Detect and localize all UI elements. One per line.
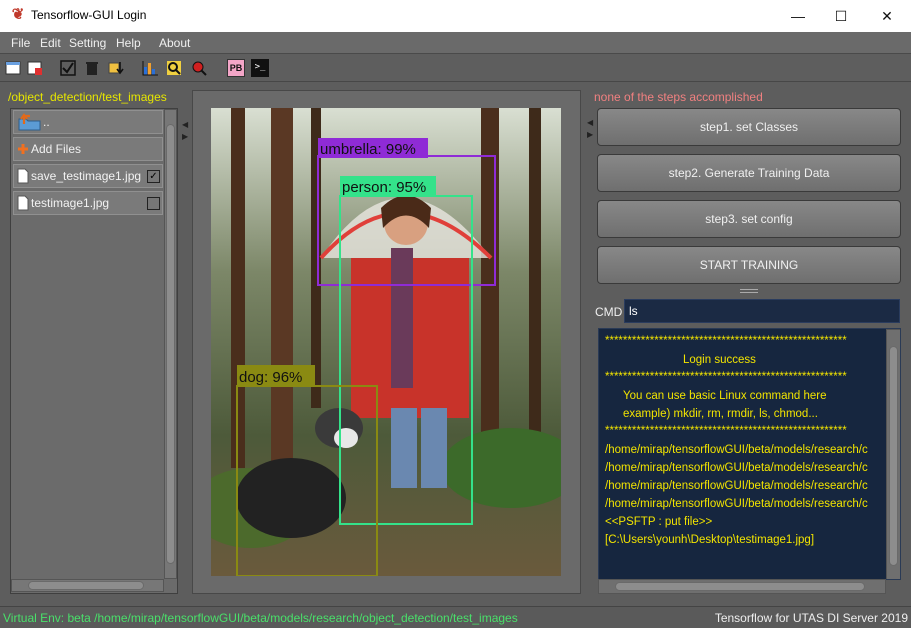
detection-image: umbrella: 99% person: 95% dog: 96% <box>211 108 561 576</box>
console-line: /home/mirap/tensorflowGUI/beta/models/re… <box>605 444 868 456</box>
file-list-vertical-scrollbar[interactable] <box>164 109 177 579</box>
console-line: You can use basic Linux command here <box>623 390 827 402</box>
file-icon <box>17 168 29 184</box>
generate-training-data-button[interactable]: step2. Generate Training Data <box>597 154 901 192</box>
console-line: ****************************************… <box>605 425 847 437</box>
console-line: Login success <box>683 354 756 366</box>
file-list: .. Add Files save_testimage1.jpg ✓ testi… <box>10 108 178 594</box>
close-button[interactable]: ✕ <box>864 0 910 32</box>
pb-icon[interactable]: PB <box>227 59 245 77</box>
minimize-button[interactable]: — <box>775 0 821 32</box>
scroll-thumb[interactable] <box>889 346 898 566</box>
umbrella-label: umbrella: 99% <box>320 141 416 158</box>
file-checkbox[interactable]: ✓ <box>147 170 160 183</box>
title-bar: ❦ Tensorflow-GUI Login — ☐ ✕ <box>0 0 911 32</box>
close-file-icon[interactable] <box>26 59 44 77</box>
import-icon[interactable] <box>107 59 125 77</box>
app-logo-icon: ❦ <box>11 6 25 23</box>
record-icon[interactable] <box>190 59 208 77</box>
dog-label: dog: 96% <box>239 369 302 386</box>
window-title: Tensorflow-GUI Login <box>31 8 147 22</box>
console-line: ****************************************… <box>605 335 847 347</box>
expand-right-arrow-icon[interactable]: ▶ <box>587 130 593 139</box>
add-files-label: Add Files <box>31 142 82 156</box>
menu-file[interactable]: File <box>11 36 30 50</box>
cmd-label: CMD <box>595 305 623 319</box>
list-item-up-folder[interactable]: .. <box>13 110 163 134</box>
steps-status: none of the steps accomplished <box>594 90 763 104</box>
file-name: testimage1.jpg <box>31 196 110 210</box>
console-output: ****************************************… <box>598 328 901 580</box>
console-vertical-scrollbar[interactable] <box>886 329 900 579</box>
scroll-thumb[interactable] <box>615 582 865 591</box>
menu-edit[interactable]: Edit <box>40 36 61 50</box>
terminal-icon[interactable]: >_ <box>251 59 269 77</box>
current-path: /object_detection/test_images <box>8 90 167 104</box>
check-icon[interactable] <box>59 59 77 77</box>
collapse-left-arrow-icon[interactable]: ◀ <box>182 120 188 129</box>
console-line: [C:\Users\younh\Desktop\testimage1.jpg] <box>605 534 815 546</box>
file-name: save_testimage1.jpg <box>31 169 142 183</box>
list-item-label: .. <box>43 115 50 129</box>
menu-setting[interactable]: Setting <box>69 36 106 50</box>
inspect-icon[interactable] <box>165 59 183 77</box>
menu-about[interactable]: About <box>159 36 190 50</box>
console-line: /home/mirap/tensorflowGUI/beta/models/re… <box>605 480 868 492</box>
status-bar: Virtual Env: beta /home/mirap/tensorflow… <box>0 606 911 628</box>
set-classes-button[interactable]: step1. set Classes <box>597 108 901 146</box>
scroll-thumb[interactable] <box>166 124 175 564</box>
set-config-button[interactable]: step3. set config <box>597 200 901 238</box>
menu-help[interactable]: Help <box>116 36 141 50</box>
add-files-button[interactable]: Add Files <box>13 137 163 161</box>
list-item-testimage1[interactable]: testimage1.jpg <box>13 191 163 215</box>
file-icon <box>17 195 29 211</box>
virtual-env-status: Virtual Env: beta /home/mirap/tensorflow… <box>3 611 518 625</box>
new-file-icon[interactable] <box>4 59 22 77</box>
console-line: ****************************************… <box>605 371 847 383</box>
scroll-thumb[interactable] <box>28 581 144 590</box>
expand-left-arrow-icon[interactable]: ▶ <box>182 132 188 141</box>
list-item-save-testimage1[interactable]: save_testimage1.jpg ✓ <box>13 164 163 188</box>
console-line: /home/mirap/tensorflowGUI/beta/models/re… <box>605 498 868 510</box>
start-training-button[interactable]: START TRAINING <box>597 246 901 284</box>
console-line: example) mkdir, rm, rmdir, ls, chmod... <box>623 408 818 420</box>
console-horizontal-scrollbar[interactable] <box>598 579 886 594</box>
server-label: Tensorflow for UTAS DI Server 2019 <box>714 611 908 625</box>
chart-icon[interactable] <box>141 59 159 77</box>
splitter-grip[interactable] <box>740 289 758 293</box>
folder-up-icon <box>18 113 41 131</box>
cmd-input[interactable] <box>624 299 900 323</box>
toolbar: PB >_ <box>0 54 911 82</box>
collapse-right-arrow-icon[interactable]: ◀ <box>587 118 593 127</box>
maximize-button[interactable]: ☐ <box>818 0 864 32</box>
console-line: <<PSFTP : put file>> <box>605 516 713 528</box>
person-label: person: 95% <box>342 179 426 196</box>
console-line: /home/mirap/tensorflowGUI/beta/models/re… <box>605 462 868 474</box>
menu-bar: File Edit Setting Help About <box>0 32 911 54</box>
plus-icon <box>18 144 28 154</box>
file-checkbox[interactable] <box>147 197 160 210</box>
file-list-horizontal-scrollbar[interactable] <box>11 579 164 592</box>
trash-icon[interactable] <box>83 59 101 77</box>
